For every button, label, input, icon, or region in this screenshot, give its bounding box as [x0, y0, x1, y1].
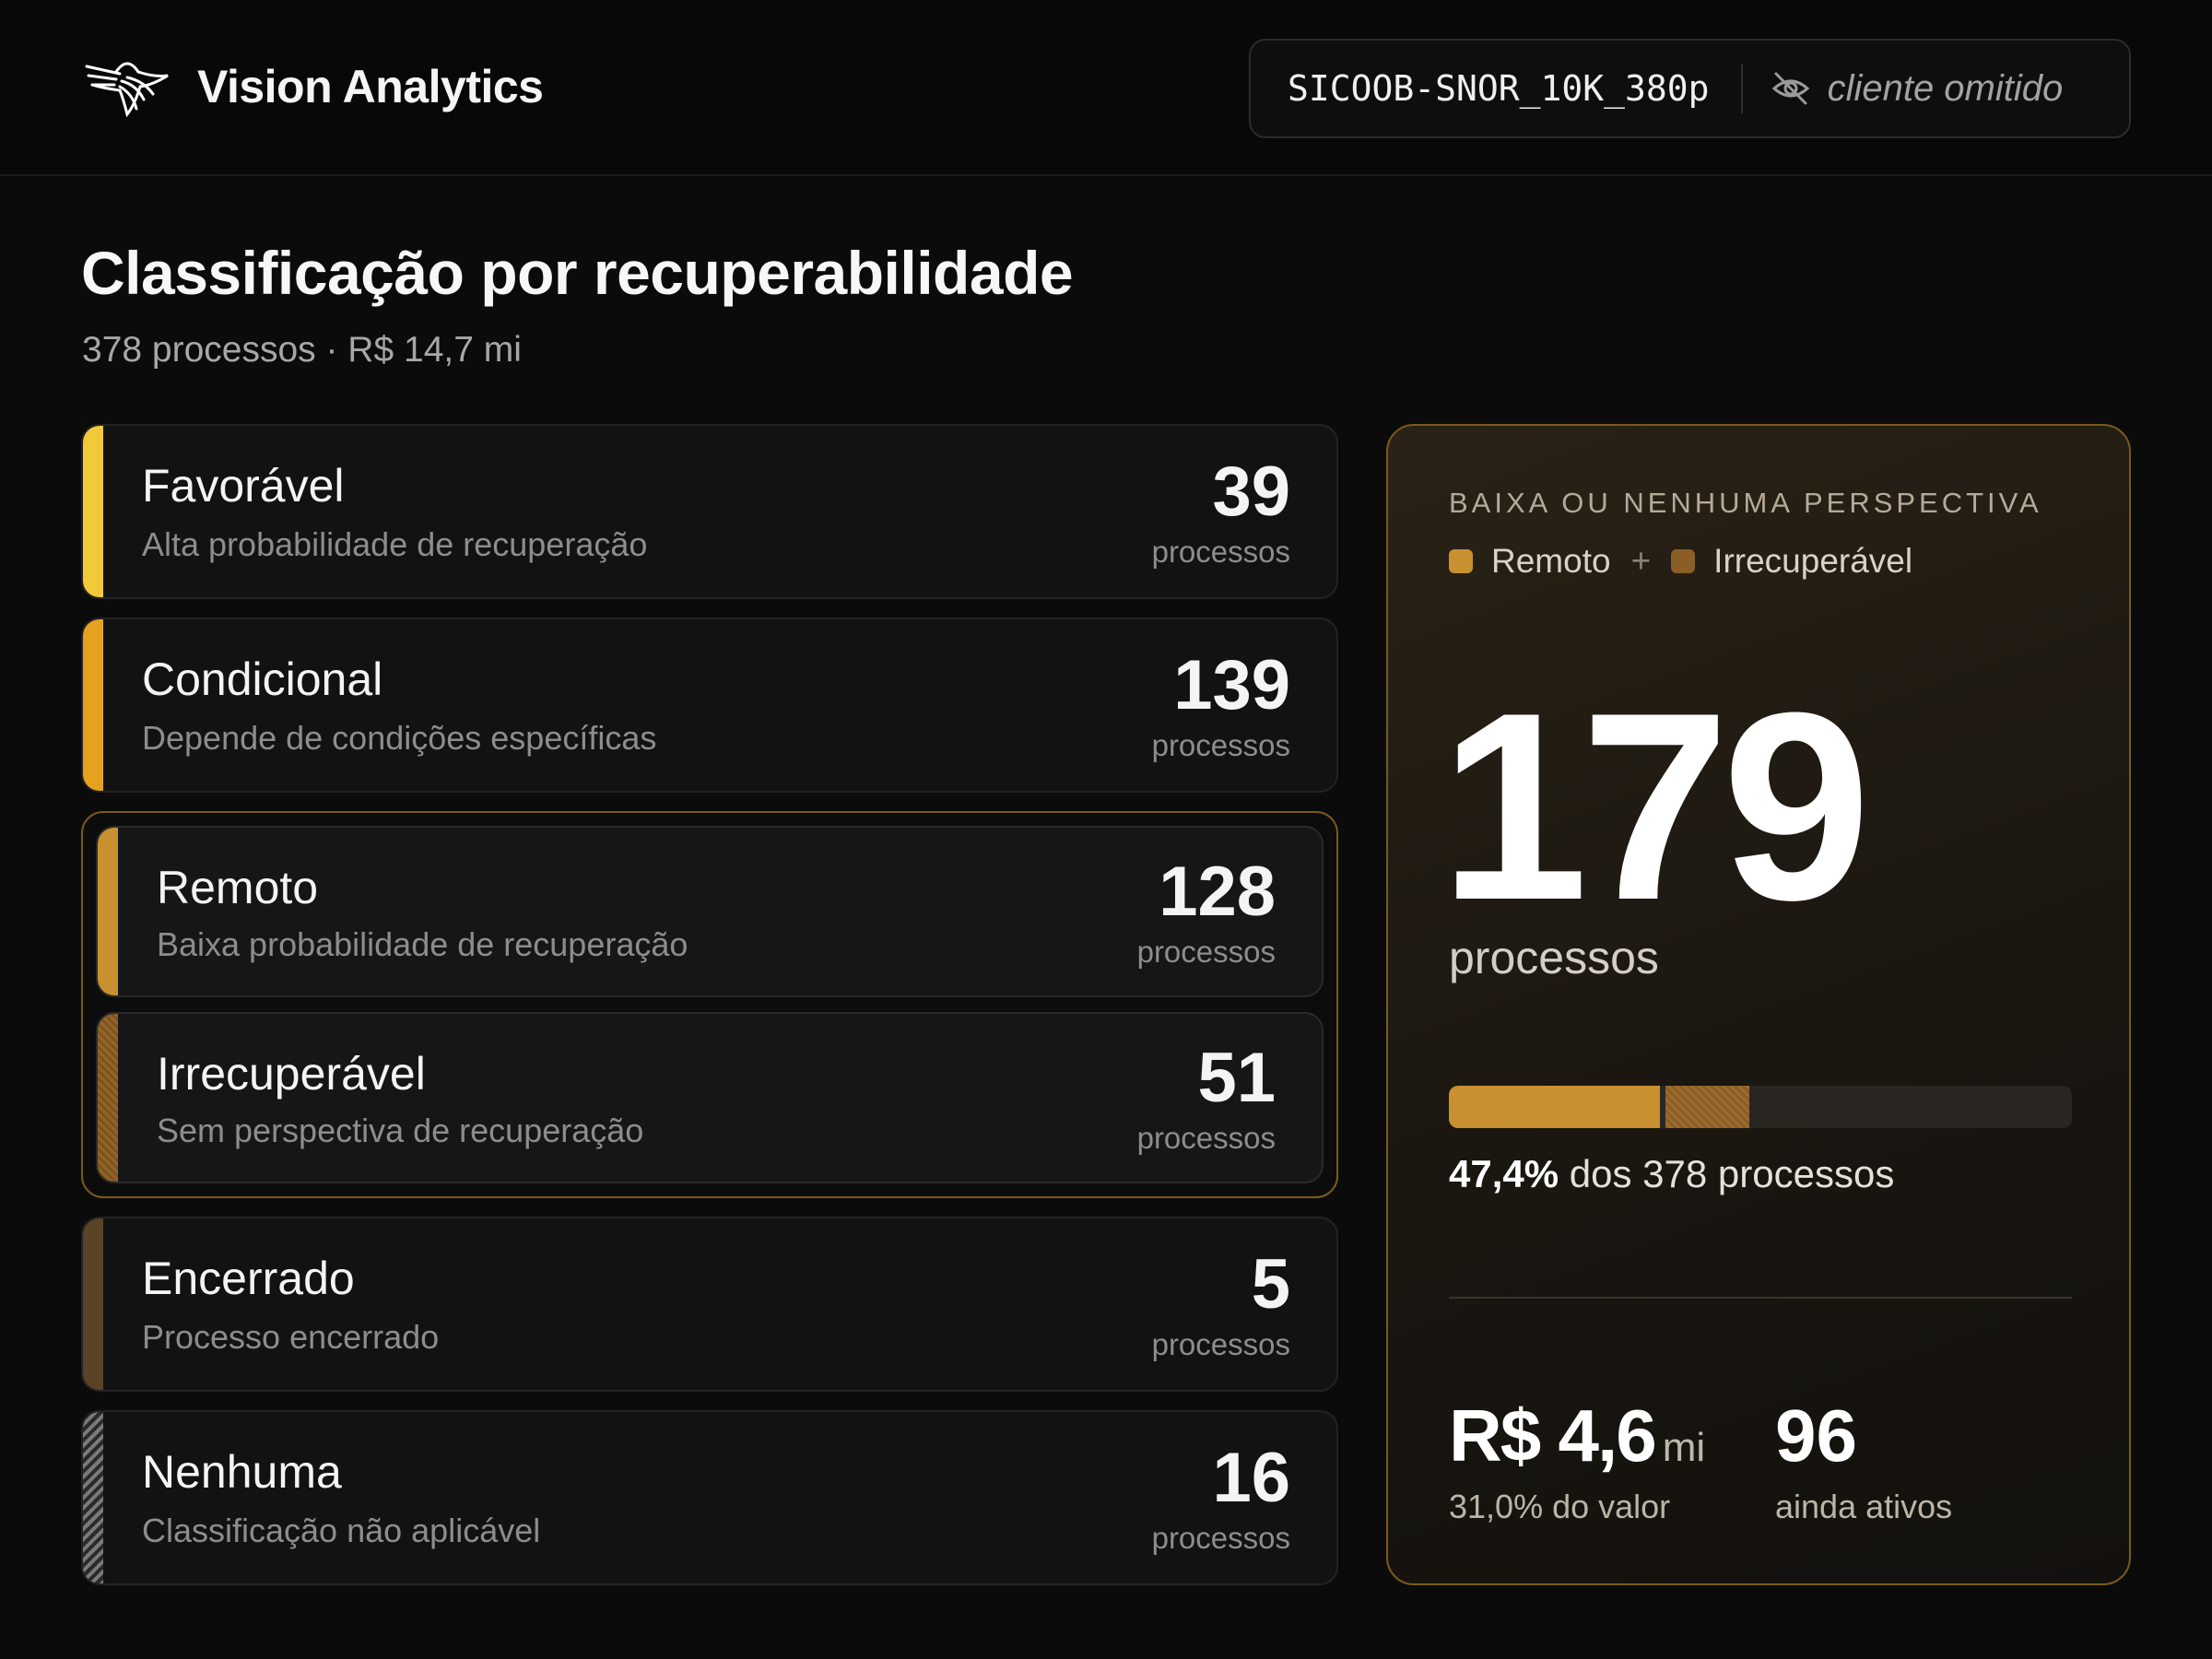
legend-swatch-remoto [1449, 549, 1473, 573]
share-percent: 47,4% dos 378 processos [1449, 1152, 1894, 1196]
legend-label-irrecuperavel: Irrecuperável [1713, 542, 1913, 580]
summary-value: R$ 4,6 mi [1449, 1394, 1705, 1478]
share-progress-bar [1449, 1086, 2072, 1128]
category-unit: processos [1151, 1327, 1290, 1361]
category-count: 5 [1251, 1245, 1290, 1324]
summary-legend: Remoto + Irrecuperável [1449, 542, 1912, 581]
category-count: 51 [1197, 1039, 1276, 1117]
summary-value-unit: mi [1662, 1425, 1706, 1470]
summary-value-amount: R$ 4,6 [1449, 1394, 1657, 1477]
category-description: Depende de condições específicas [142, 719, 657, 757]
summary-divider [1449, 1297, 2072, 1299]
category-count: 16 [1212, 1439, 1290, 1517]
share-percent-value: 47,4% [1449, 1152, 1559, 1195]
category-count: 128 [1159, 853, 1276, 931]
brand[interactable]: Vision Analytics [83, 53, 544, 120]
category-color-bar [83, 619, 103, 791]
summary-value-sub: 31,0% do valor [1449, 1488, 1671, 1525]
category-card-irrecuperavel[interactable]: Irrecuperável Sem perspectiva de recuper… [96, 1012, 1324, 1183]
category-color-bar [83, 1218, 103, 1390]
category-name: Nenhuma [142, 1446, 342, 1498]
summary-panel: BAIXA OU NENHUMA PERSPECTIVA Remoto + Ir… [1386, 424, 2131, 1585]
legend-plus: + [1630, 542, 1652, 580]
category-card-favoravel[interactable]: Favorável Alta probabilidade de recupera… [81, 424, 1338, 599]
category-unit: processos [1151, 728, 1290, 762]
category-name: Favorável [142, 460, 345, 512]
app-header: Vision Analytics SICOOB-SNOR_10K_380p cl… [0, 0, 2212, 176]
summary-active-count: 96 [1775, 1394, 1857, 1477]
share-segment-irrecuperavel [1665, 1086, 1750, 1128]
category-name: Condicional [142, 653, 383, 705]
category-unit: processos [1151, 1521, 1290, 1555]
category-card-remoto[interactable]: Remoto Baixa probabilidade de recuperaçã… [96, 826, 1324, 997]
share-percent-text: dos 378 processos [1569, 1152, 1895, 1195]
highlighted-group: Remoto Baixa probabilidade de recuperaçã… [81, 811, 1338, 1198]
category-unit: processos [1151, 535, 1290, 569]
page-title: Classificação por recuperabilidade [81, 239, 1074, 307]
summary-active-sub: ainda ativos [1775, 1488, 1953, 1525]
category-name: Encerrado [142, 1253, 355, 1304]
category-count: 139 [1173, 646, 1290, 724]
summary-label: BAIXA OU NENHUMA PERSPECTIVA [1449, 487, 2042, 519]
legend-label-remoto: Remoto [1491, 542, 1611, 580]
brand-name: Vision Analytics [197, 61, 544, 112]
category-color-bar [83, 426, 103, 597]
category-color-bar [98, 1014, 118, 1182]
context-divider [1740, 64, 1743, 113]
category-description: Processo encerrado [142, 1318, 440, 1356]
category-description: Alta probabilidade de recuperação [142, 525, 648, 563]
share-segment-remoto [1449, 1086, 1660, 1128]
eye-off-icon[interactable] [1771, 68, 1811, 109]
category-unit: processos [1136, 1121, 1276, 1155]
category-name: Remoto [157, 862, 319, 913]
context-code: SICOOB-SNOR_10K_380p [1288, 68, 1710, 109]
category-card-condicional[interactable]: Condicional Depende de condições específ… [81, 618, 1338, 793]
context-selector[interactable]: SICOOB-SNOR_10K_380p cliente omitido [1249, 39, 2131, 138]
category-description: Baixa probabilidade de recuperação [157, 925, 688, 963]
brand-logo-icon [85, 62, 169, 118]
summary-total-unit: processos [1449, 932, 1659, 983]
page-subtitle: 378 processos · R$ 14,7 mi [82, 330, 522, 370]
client-label: cliente omitido [1827, 67, 2064, 109]
legend-swatch-irrecuperavel [1671, 549, 1696, 573]
category-card-nenhuma[interactable]: Nenhuma Classificação não aplicável 16 p… [81, 1410, 1338, 1585]
category-description: Classificação não aplicável [142, 1512, 541, 1549]
summary-total: 179 [1440, 657, 1871, 956]
category-name: Irrecuperável [157, 1048, 426, 1100]
category-color-bar [98, 828, 118, 995]
category-unit: processos [1136, 935, 1276, 969]
category-description: Sem perspectiva de recuperação [157, 1112, 644, 1149]
category-count: 39 [1212, 453, 1290, 531]
category-color-bar [83, 1412, 103, 1583]
category-card-encerrado[interactable]: Encerrado Processo encerrado 5 processos [81, 1217, 1338, 1392]
